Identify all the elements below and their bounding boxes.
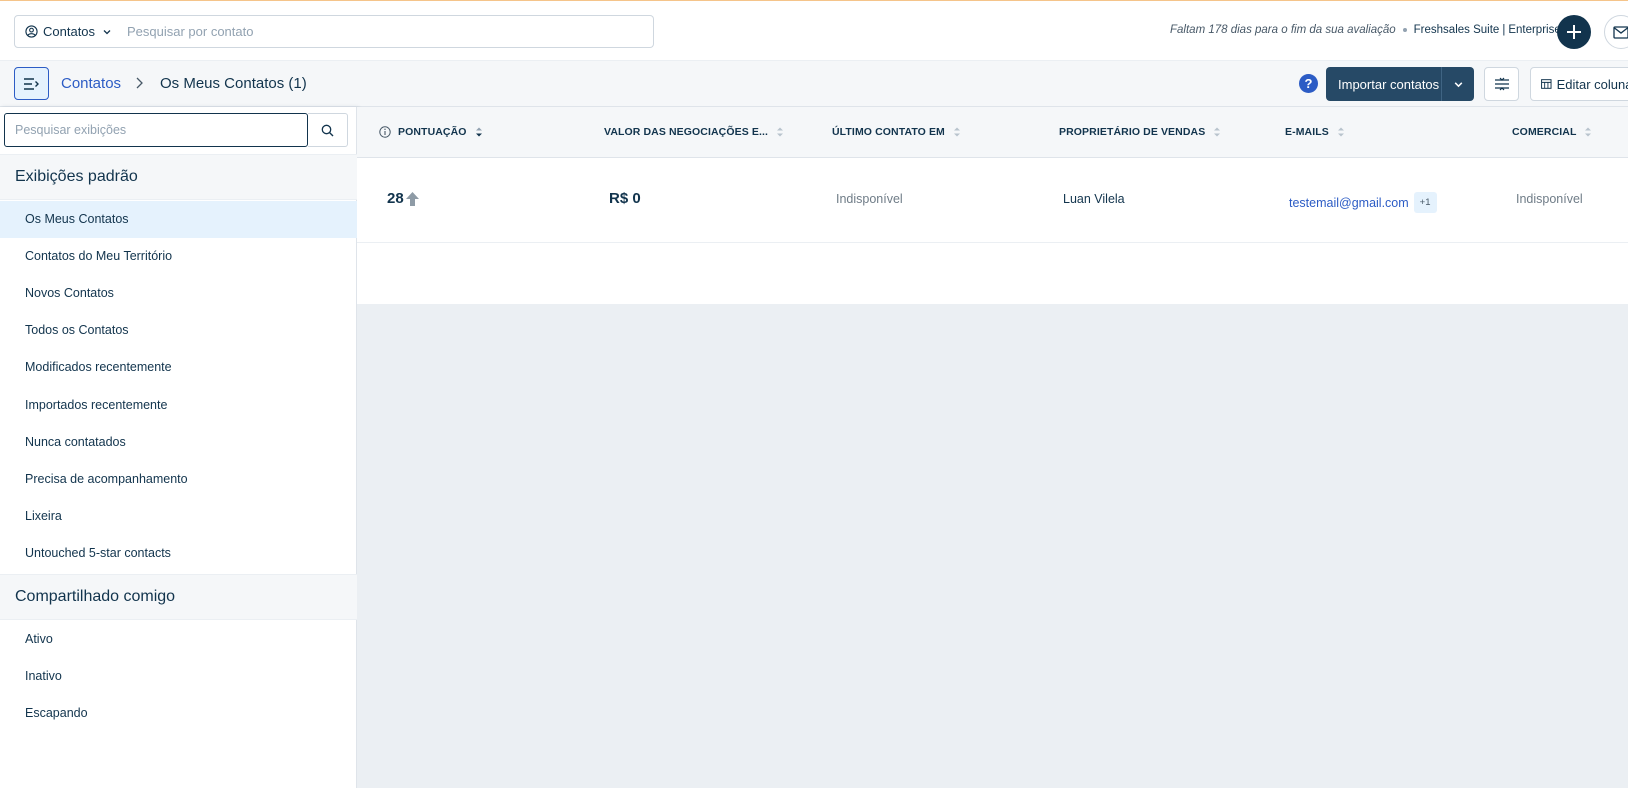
view-item-trash[interactable]: Lixeira xyxy=(0,498,357,535)
current-view-title: Os Meus Contatos (1) xyxy=(160,75,307,92)
column-header-work[interactable]: COMERCIAL xyxy=(1512,126,1592,138)
chevron-right-icon xyxy=(136,77,143,89)
view-search-button[interactable] xyxy=(308,113,348,147)
column-label: E-MAILS xyxy=(1285,126,1329,138)
view-item-untouched-5-star[interactable]: Untouched 5-star contacts xyxy=(0,535,357,572)
sort-desc-icon xyxy=(475,127,482,137)
search-icon xyxy=(321,124,334,136)
header-bar: Contatos Os Meus Contatos (1) ? Importar… xyxy=(0,60,1628,107)
toggle-sidebar-button[interactable] xyxy=(14,67,49,100)
view-item-recently-imported[interactable]: Importados recentemente xyxy=(0,387,357,424)
top-bar: Contatos Faltam 178 dias para o fim da s… xyxy=(0,0,1628,60)
entity-select[interactable]: Contatos xyxy=(14,15,118,48)
table-columns-icon xyxy=(1541,79,1552,89)
table-row[interactable]: 28 R$ 0 Indisponível Luan Vilela testema… xyxy=(357,158,1628,243)
chevron-down-icon xyxy=(1454,81,1462,87)
sort-icon xyxy=(953,127,960,137)
column-label: COMERCIAL xyxy=(1512,126,1577,138)
view-item-my-contacts[interactable]: Os Meus Contatos xyxy=(0,201,357,238)
table-header: PONTUAÇÃO VALOR DAS NEGOCIAÇÕES E... ÚLT… xyxy=(357,107,1628,158)
mail-button[interactable] xyxy=(1604,15,1628,49)
chevron-down-icon xyxy=(103,29,111,34)
email-link[interactable]: testemail@gmail.com xyxy=(1289,196,1409,210)
help-icon[interactable]: ? xyxy=(1299,74,1318,93)
trial-days-text: Faltam 178 dias para o fim da sua avalia… xyxy=(1170,24,1396,36)
column-header-emails[interactable]: E-MAILS xyxy=(1285,126,1345,138)
plus-icon xyxy=(1567,25,1581,39)
import-dropdown-toggle[interactable] xyxy=(1441,67,1474,101)
view-search-input[interactable] xyxy=(4,113,308,147)
shared-views-heading: Compartilhado comigo xyxy=(0,574,357,620)
cell-work: Indisponível xyxy=(1516,192,1583,206)
view-item-active[interactable]: Ativo xyxy=(0,621,357,658)
view-item-inactive[interactable]: Inativo xyxy=(0,658,357,695)
user-circle-icon xyxy=(25,25,38,38)
breadcrumb-contacts-link[interactable]: Contatos xyxy=(61,75,121,92)
edit-columns-button[interactable]: Editar colunas xyxy=(1530,67,1628,101)
column-header-score[interactable]: PONTUAÇÃO xyxy=(379,126,483,138)
sort-icon xyxy=(777,127,784,137)
default-views-heading: Exibições padrão xyxy=(0,154,357,200)
view-item-escaping[interactable]: Escapando xyxy=(0,695,357,732)
import-contacts-button[interactable]: Importar contatos xyxy=(1326,67,1474,101)
column-header-deal-value[interactable]: VALOR DAS NEGOCIAÇÕES E... xyxy=(604,126,784,138)
sort-icon xyxy=(1585,127,1592,137)
email-count-badge[interactable]: +1 xyxy=(1413,192,1437,213)
cell-deal-value: R$ 0 xyxy=(609,190,641,207)
column-label: ÚLTIMO CONTATO EM xyxy=(832,126,945,138)
separator-dot xyxy=(1402,28,1407,32)
views-sidebar: Exibições padrão Os Meus Contatos Contat… xyxy=(0,107,357,788)
view-item-all-contacts[interactable]: Todos os Contatos xyxy=(0,312,357,349)
mail-icon xyxy=(1613,25,1628,39)
trial-info: Faltam 178 dias para o fim da sua avalia… xyxy=(1170,24,1561,36)
column-header-sales-owner[interactable]: PROPRIETÁRIO DE VENDAS xyxy=(1059,126,1221,138)
entity-select-label: Contatos xyxy=(43,24,96,39)
list-collapse-icon xyxy=(24,77,39,90)
info-icon xyxy=(379,126,391,138)
table-body: 28 R$ 0 Indisponível Luan Vilela testema… xyxy=(357,158,1628,304)
arrow-up-icon xyxy=(405,191,419,206)
contact-search-input[interactable] xyxy=(117,15,654,48)
column-label: VALOR DAS NEGOCIAÇÕES E... xyxy=(604,126,769,138)
cell-emails: testemail@gmail.com +1 xyxy=(1289,192,1437,213)
filter-sliders-icon xyxy=(1494,77,1509,91)
column-header-last-contacted[interactable]: ÚLTIMO CONTATO EM xyxy=(832,126,961,138)
plan-separator: | xyxy=(1502,24,1506,36)
view-item-territory-contacts[interactable]: Contatos do Meu Território xyxy=(0,238,357,275)
view-item-recently-modified[interactable]: Modificados recentemente xyxy=(0,349,357,386)
sort-icon xyxy=(1337,127,1344,137)
view-item-never-contacted[interactable]: Nunca contatados xyxy=(0,424,357,461)
edit-columns-label: Editar colunas xyxy=(1556,76,1628,92)
cell-score: 28 xyxy=(387,190,420,207)
view-item-new-contacts[interactable]: Novos Contatos xyxy=(0,275,357,312)
column-label: PROPRIETÁRIO DE VENDAS xyxy=(1059,126,1206,138)
cell-last-contacted: Indisponível xyxy=(836,192,903,206)
view-item-needs-follow-up[interactable]: Precisa de acompanhamento xyxy=(0,461,357,498)
column-label: PONTUAÇÃO xyxy=(398,126,467,138)
filter-button[interactable] xyxy=(1484,67,1519,101)
import-contacts-label: Importar contatos xyxy=(1338,76,1440,92)
plan-name[interactable]: Enterprise xyxy=(1508,24,1560,36)
score-value: 28 xyxy=(387,190,404,207)
sort-icon xyxy=(1214,127,1221,137)
cell-sales-owner[interactable]: Luan Vilela xyxy=(1063,192,1125,206)
quick-add-button[interactable] xyxy=(1557,15,1591,49)
contacts-table: PONTUAÇÃO VALOR DAS NEGOCIAÇÕES E... ÚLT… xyxy=(357,107,1628,788)
product-name: Freshsales Suite xyxy=(1413,24,1500,36)
